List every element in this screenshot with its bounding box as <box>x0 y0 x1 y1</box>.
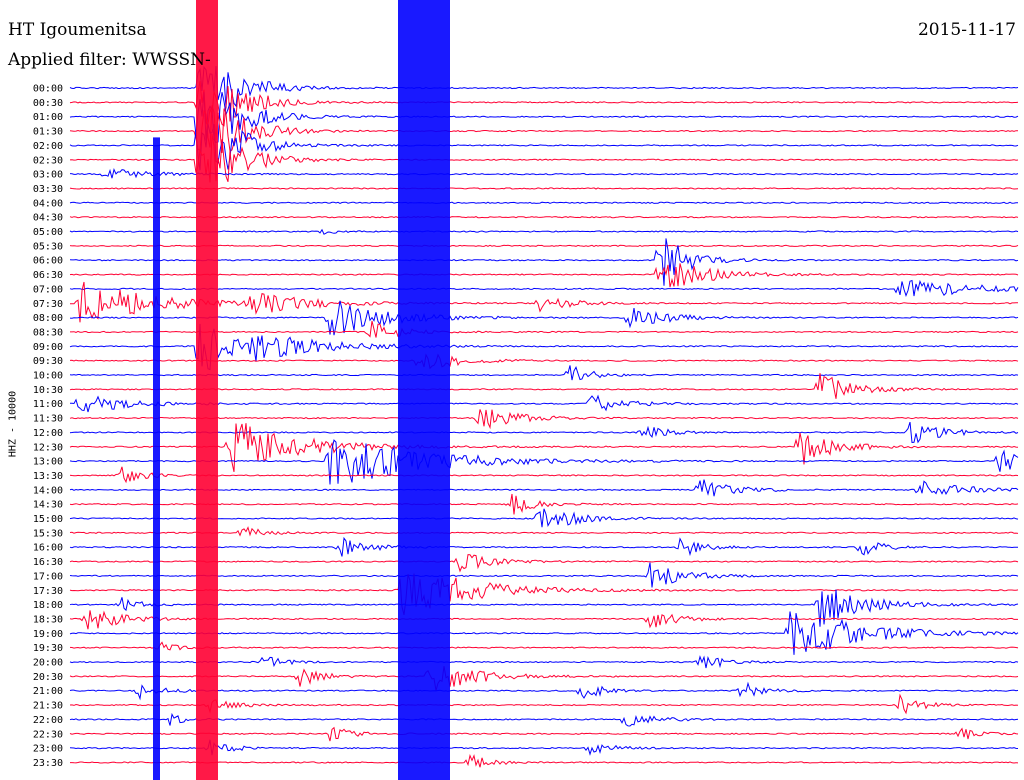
time-tick-label: 00:00 <box>33 84 63 95</box>
time-tick-label: 15:30 <box>33 528 63 539</box>
time-tick-label: 21:30 <box>33 701 63 712</box>
time-tick-label: 11:00 <box>33 399 63 410</box>
time-tick-label: 14:30 <box>33 500 63 511</box>
time-tick-label: 22:00 <box>33 715 63 726</box>
time-tick-label: 02:00 <box>33 141 63 152</box>
time-tick-label: 20:00 <box>33 658 63 669</box>
time-tick-label: 12:30 <box>33 442 63 453</box>
filter-label: Applied filter: WWSSN- <box>8 50 211 70</box>
date-label: 2015-11-17 <box>917 20 1016 40</box>
time-tick-label: 03:30 <box>33 184 63 195</box>
time-tick-label: 22:30 <box>33 729 63 740</box>
time-tick-label: 18:30 <box>33 614 63 625</box>
time-tick-label: 04:00 <box>33 198 63 209</box>
time-tick-label: 17:00 <box>33 571 63 582</box>
saturated-signal-band <box>153 137 160 780</box>
time-tick-label: 06:00 <box>33 256 63 267</box>
time-tick-label: 08:00 <box>33 313 63 324</box>
time-tick-label: 09:30 <box>33 356 63 367</box>
time-tick-label: 01:30 <box>33 127 63 138</box>
helicorder-plot: 00:00 00:30 01:00 01:30 02:00 02:30 03:00 03:30… <box>33 0 1019 780</box>
time-tick-label: 09:00 <box>33 342 63 353</box>
time-tick-label: 20:30 <box>33 672 63 683</box>
time-tick-label: 06:30 <box>33 270 63 281</box>
time-tick-label: 07:00 <box>33 284 63 295</box>
time-tick-label: 16:30 <box>33 557 63 568</box>
time-tick-label: 21:00 <box>33 686 63 697</box>
time-tick-label: 05:00 <box>33 227 63 238</box>
time-tick-label: 03:00 <box>33 170 63 181</box>
helicorder-page: 00:00 00:30 01:00 01:30 02:00 02:30 03:00 03:30… <box>0 0 1024 780</box>
saturated-signal-band <box>196 0 218 780</box>
time-tick-label: 00:30 <box>33 98 63 109</box>
time-tick-label: 02:30 <box>33 155 63 166</box>
time-tick-label: 18:00 <box>33 600 63 611</box>
time-tick-label: 10:00 <box>33 371 63 382</box>
time-tick-label: 05:30 <box>33 241 63 252</box>
time-tick-label: 15:00 <box>33 514 63 525</box>
time-tick-label: 16:00 <box>33 543 63 554</box>
y-axis-label: HHZ - 10000 <box>7 390 19 458</box>
time-tick-label: 23:30 <box>33 758 63 769</box>
time-tick-label: 19:00 <box>33 629 63 640</box>
time-tick-label: 17:30 <box>33 586 63 597</box>
time-tick-label: 04:30 <box>33 213 63 224</box>
time-tick-label: 01:00 <box>33 112 63 123</box>
station-title: HT Igoumenitsa <box>8 20 147 40</box>
time-tick-label: 10:30 <box>33 385 63 396</box>
time-tick-label: 11:30 <box>33 414 63 425</box>
time-tick-label: 12:00 <box>33 428 63 439</box>
time-tick-label: 13:00 <box>33 457 63 468</box>
time-tick-label: 08:30 <box>33 327 63 338</box>
time-tick-label: 13:30 <box>33 471 63 482</box>
saturated-signal-band <box>398 0 450 780</box>
time-tick-label: 07:30 <box>33 299 63 310</box>
time-tick-label: 14:00 <box>33 485 63 496</box>
time-tick-label: 23:00 <box>33 744 63 755</box>
time-tick-label: 19:30 <box>33 643 63 654</box>
